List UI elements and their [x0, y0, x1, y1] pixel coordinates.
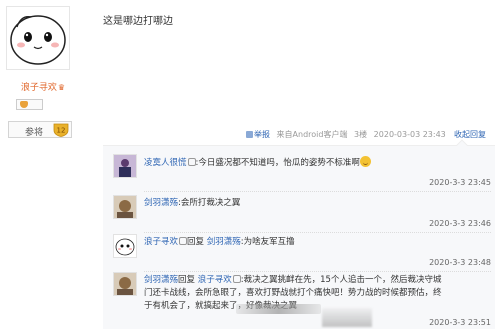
reply-content: 凌寞人很慌:今日盛况都不知道吗，怡瓜的姿势不标准啊	[144, 156, 490, 170]
avatar-photo-icon	[114, 273, 136, 295]
reply-username[interactable]: 凌寞人很慌	[144, 158, 187, 168]
reply-content: 剑羽潇殇:会所打裁决之翼	[144, 198, 241, 208]
level-title: 参将	[25, 128, 44, 138]
reply-username[interactable]: 剑羽潇殇	[144, 275, 178, 285]
reply-divider	[144, 232, 491, 233]
obscured-text-overlay	[322, 308, 372, 327]
report-icon	[246, 131, 253, 138]
user-badge-icon	[187, 158, 196, 166]
user-badge-icon	[179, 237, 188, 245]
avatar-face-icon	[10, 15, 66, 65]
report-link[interactable]: 举报	[246, 130, 270, 139]
level-badge-box[interactable]: 参将 12	[8, 121, 72, 138]
reply-username[interactable]: 剑羽潇殇	[144, 198, 178, 208]
reply-time: 2020-3-3 23:45	[429, 178, 491, 187]
reply-target-username[interactable]: 剑羽潇殇	[207, 237, 241, 247]
reply-text: 为啥友军互撸	[243, 237, 295, 247]
post-meta-bar: 举报 来自Android客户端 3楼 2020-03-03 23:43	[246, 129, 450, 141]
poster-username[interactable]: 浪子寻欢♛	[0, 80, 86, 93]
level-number: 12	[57, 127, 66, 135]
reply-word: 回复	[178, 275, 196, 285]
reply-text: 今日盛况都不知道吗，怡瓜的姿势不标准啊	[198, 158, 360, 168]
poster-sidebar: 浪子寻欢♛ 参将 12	[0, 0, 86, 329]
reply-text: 会所打裁决之翼	[180, 198, 241, 208]
reply-time: 2020-3-3 23:51	[429, 318, 491, 327]
medal-icon[interactable]	[16, 99, 43, 110]
reply-username[interactable]: 浪子寻欢	[144, 237, 178, 247]
reply-panel: 凌寞人很慌:今日盛况都不知道吗，怡瓜的姿势不标准啊 2020-3-3 23:45…	[103, 139, 495, 329]
reply-word: 回复	[187, 237, 205, 247]
reply-divider	[144, 271, 491, 272]
reply-avatar[interactable]	[113, 234, 137, 258]
obscured-text-overlay	[236, 304, 321, 314]
post-page: 浪子寻欢♛ 参将 12 这是哪边打哪边 举报 来自Android客户端 3楼 2…	[0, 0, 499, 329]
post-body-text: 这是哪边打哪边	[103, 16, 173, 27]
floor-label: 3楼	[354, 130, 368, 139]
reply-time: 2020-3-3 23:46	[429, 219, 491, 228]
avatar[interactable]	[6, 6, 70, 70]
reply-content: 浪子寻欢 回复 剑羽潇殇:为啥友军互撸	[144, 237, 295, 247]
reply-text-line1: 裁决之翼挑衅在先，15个人追击一个，然后裁决守城	[243, 275, 442, 285]
avatar-figure-icon	[114, 155, 136, 177]
reply-panel-pointer	[456, 139, 468, 151]
reply-divider	[144, 191, 491, 192]
post-timestamp: 2020-03-03 23:43	[373, 130, 446, 139]
reply-avatar[interactable]	[113, 272, 137, 296]
collapse-replies-link[interactable]: 收起回复	[454, 129, 486, 140]
reply-target-username[interactable]: 浪子寻欢	[198, 275, 232, 285]
reply-avatar[interactable]	[113, 195, 137, 219]
reply-text-line2: 门还卡战线，会所急眼了，喜欢打野战就打个痛快吧！势力战的时候都预估，终	[144, 288, 442, 298]
reply-avatar[interactable]	[113, 154, 137, 178]
level-shield-icon: 12	[53, 123, 69, 137]
crown-icon: ♛	[57, 83, 66, 92]
avatar-face-icon	[114, 235, 136, 257]
reply-time: 2020-3-3 23:48	[429, 258, 491, 267]
user-badge-icon	[232, 275, 241, 283]
smile-emoji-icon	[359, 156, 371, 167]
client-label: 来自Android客户端	[276, 130, 348, 139]
avatar-photo-icon	[114, 196, 136, 218]
